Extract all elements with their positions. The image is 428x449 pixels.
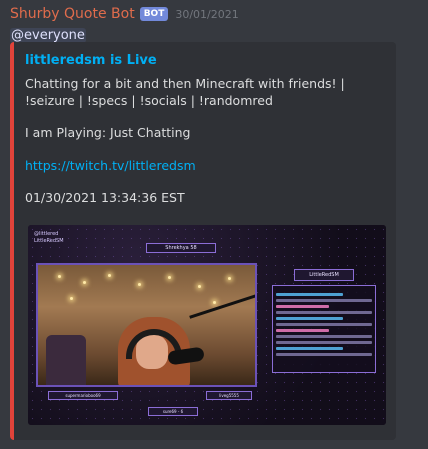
overlay-top-plate: Shrekhya 58 (146, 243, 216, 253)
stream-thumbnail[interactable]: @littlered LittleRedSM Shrekhya 58 Littl… (28, 225, 386, 425)
overlay-chat (272, 285, 376, 373)
overlay-socials: @littlered LittleRedSM (34, 231, 64, 245)
twitch-link[interactable]: https://twitch.tv/littleredsm (25, 158, 196, 173)
plush-toys (46, 335, 86, 385)
everyone-mention[interactable]: @everyone (10, 28, 86, 43)
social-handle-2: LittleRedSM (34, 238, 64, 244)
timestamp: 30/01/2021 (175, 7, 239, 21)
embed: littleredsm is Live Chatting for a bit a… (10, 42, 396, 440)
embed-title[interactable]: littleredsm is Live (25, 53, 384, 68)
embed-description: Chatting for a bit and then Minecraft wi… (25, 76, 384, 207)
fairy-lights (38, 271, 255, 304)
overlay-sub-plate: sure69 - 6 (148, 407, 198, 416)
social-handle-1: @littlered (34, 231, 59, 237)
embed-datetime: 01/30/2021 13:34:36 EST (25, 190, 185, 205)
overlay-donor-plate: liveg5555 (206, 391, 252, 400)
webcam-feed (36, 263, 257, 387)
bot-tag: BOT (139, 7, 169, 21)
overlay-chat-title: LittleRedSM (294, 269, 354, 281)
message-header: Shurby Quote Bot BOT 30/01/2021 (10, 4, 416, 24)
overlay-follower-plate: supermarioboo69 (48, 391, 118, 400)
username[interactable]: Shurby Quote Bot (10, 6, 135, 22)
message: Shurby Quote Bot BOT 30/01/2021 @everyon… (0, 0, 428, 43)
stream-description: Chatting for a bit and then Minecraft wi… (25, 76, 345, 108)
playing-text: I am Playing: Just Chatting (25, 125, 191, 140)
